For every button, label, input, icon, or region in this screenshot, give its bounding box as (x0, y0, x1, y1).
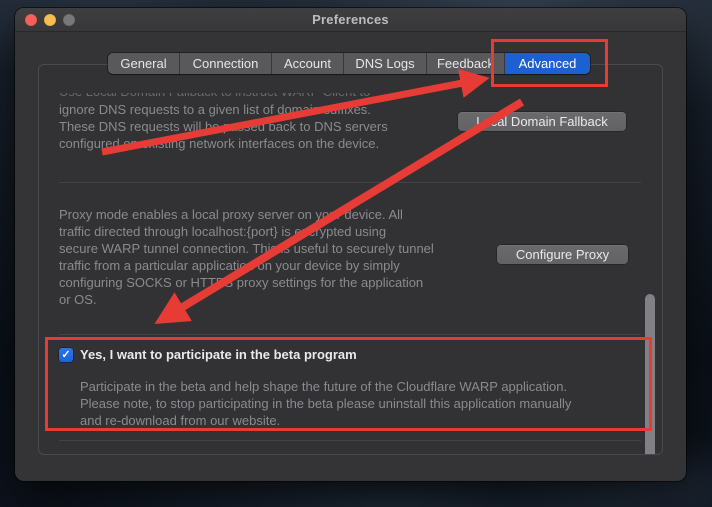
preferences-tab-bar: General Connection Account DNS Logs Feed… (108, 53, 590, 74)
scrollbar-thumb[interactable] (645, 294, 655, 454)
tab-advanced[interactable]: Advanced (505, 53, 590, 74)
window-title: Preferences (15, 12, 686, 27)
beta-text-line: and re-download from our website. (80, 412, 280, 429)
local-domain-text-line: ignore DNS requests to a given list of d… (59, 101, 371, 118)
tab-account[interactable]: Account (272, 53, 344, 74)
tab-content-box: Use Local Domain Fallback to instruct WA… (38, 64, 663, 455)
proxy-text-line: Proxy mode enables a local proxy server … (59, 206, 403, 223)
preferences-window: Preferences Use Local Domain Fallback to… (15, 8, 686, 481)
tab-feedback[interactable]: Feedback (427, 53, 505, 74)
scroll-content: Use Local Domain Fallback to instruct WA… (39, 93, 662, 454)
tab-general[interactable]: General (108, 53, 180, 74)
local-domain-text-line: configured on existing network interface… (59, 135, 379, 152)
checkmark-icon: ✓ (61, 349, 70, 361)
local-domain-fallback-button[interactable]: Local Domain Fallback (458, 112, 626, 131)
proxy-text-line: secure WARP tunnel connection. This is u… (59, 240, 434, 257)
proxy-text-line: or OS. (59, 291, 97, 308)
titlebar: Preferences (15, 8, 686, 32)
proxy-text-line: traffic from a particular application on… (59, 257, 400, 274)
tab-connection[interactable]: Connection (180, 53, 272, 74)
beta-program-checkbox-label[interactable]: Yes, I want to participate in the beta p… (80, 347, 357, 362)
section-divider (59, 334, 641, 335)
beta-text-line: Participate in the beta and help shape t… (80, 378, 567, 395)
proxy-text-line: traffic directed through localhost:{port… (59, 223, 386, 240)
beta-program-checkbox[interactable]: ✓ (59, 348, 73, 362)
bottom-divider (59, 440, 641, 441)
proxy-text-line: configuring SOCKS or HTTPS proxy setting… (59, 274, 423, 291)
tab-dns-logs[interactable]: DNS Logs (344, 53, 427, 74)
local-domain-text-line: These DNS requests will be passed back t… (59, 118, 388, 135)
section-divider (59, 182, 641, 183)
local-domain-text-line: Use Local Domain Fallback to instruct WA… (59, 93, 370, 100)
configure-proxy-button[interactable]: Configure Proxy (497, 245, 628, 264)
beta-text-line: Please note, to stop participating in th… (80, 395, 571, 412)
